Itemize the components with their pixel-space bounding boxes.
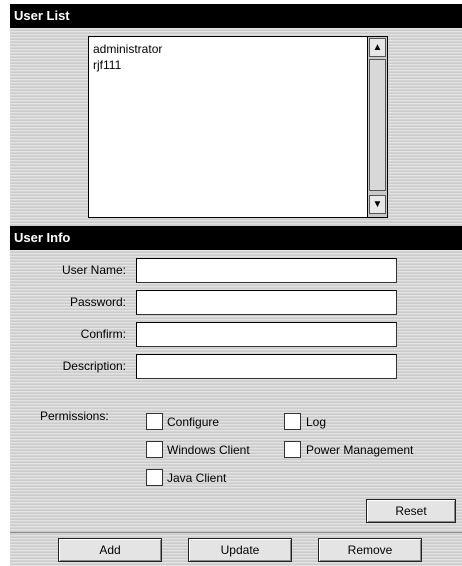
power-management-checkbox[interactable]: [284, 441, 301, 458]
password-field[interactable]: [136, 290, 397, 315]
confirm-field[interactable]: [136, 322, 397, 347]
scroll-up-arrow-icon[interactable]: ▲: [369, 38, 386, 57]
user-list-header: User List: [10, 4, 462, 28]
java-client-label: Java Client: [167, 471, 227, 485]
reset-button[interactable]: Reset: [366, 499, 456, 523]
user-list-items: administrator rjf111: [93, 41, 162, 73]
scroll-thumb[interactable]: [369, 59, 386, 191]
user-list-item-rjf111[interactable]: rjf111: [93, 57, 162, 73]
password-label: Password:: [69, 295, 126, 309]
remove-button[interactable]: Remove: [318, 538, 422, 562]
user-list-box[interactable]: administrator rjf111 ▲ ▼: [88, 36, 388, 218]
user-name-label: User Name:: [61, 263, 126, 277]
power-management-label: Power Management: [306, 443, 414, 457]
confirm-label: Confirm:: [80, 327, 126, 341]
log-label: Log: [306, 415, 327, 429]
windows-client-label: Windows Client: [167, 443, 250, 457]
description-field[interactable]: [136, 354, 397, 379]
add-button[interactable]: Add: [58, 538, 162, 562]
update-button[interactable]: Update: [188, 538, 292, 562]
user-list-scrollbar[interactable]: ▲ ▼: [367, 37, 387, 217]
java-client-checkbox[interactable]: [146, 469, 163, 486]
scroll-down-arrow-icon[interactable]: ▼: [369, 195, 386, 214]
permissions-label: Permissions:: [40, 409, 109, 423]
user-name-field[interactable]: [136, 258, 397, 283]
configure-checkbox[interactable]: [146, 413, 163, 430]
description-label: Description:: [62, 359, 126, 373]
button-bar-divider: [10, 532, 462, 533]
user-list-item-administrator[interactable]: administrator: [93, 41, 162, 57]
configure-label: Configure: [167, 415, 220, 429]
log-checkbox[interactable]: [284, 413, 301, 430]
windows-client-checkbox[interactable]: [146, 441, 163, 458]
user-info-header: User Info: [10, 226, 462, 250]
